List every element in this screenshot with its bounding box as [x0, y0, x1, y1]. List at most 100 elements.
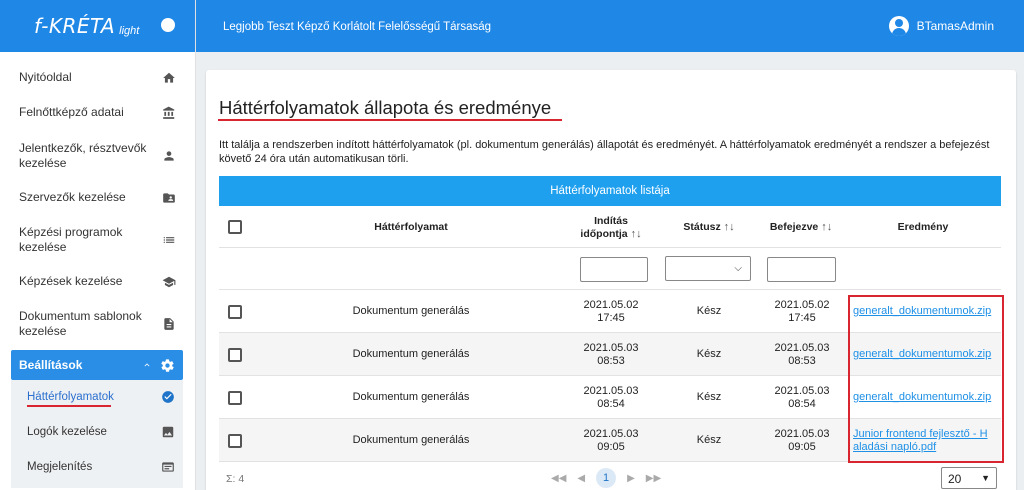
sidebar-item-applicants[interactable]: Jelentkezők, résztvevők kezelése	[0, 140, 196, 172]
column-header-status[interactable]: Státusz ↑↓	[669, 221, 749, 234]
last-page-button[interactable]: ▶▶	[646, 473, 661, 484]
cell-end-date: 2021.05.03	[774, 385, 830, 397]
cell-end-time: 17:45	[788, 312, 816, 324]
column-header-status-label: Státusz	[683, 221, 721, 233]
brand-logo: f-KRÉTA	[34, 14, 116, 38]
sidebar-subitem-label: Logók kezelése	[27, 426, 107, 438]
user-name: BTamasAdmin	[916, 19, 994, 33]
gear-icon	[161, 358, 174, 372]
cell-process: Dokumentum generálás	[352, 348, 470, 360]
sidebar-subitem-background-processes[interactable]: Háttérfolyamatok	[27, 390, 175, 404]
column-header-process: Háttérfolyamat	[374, 221, 448, 233]
sidebar-toggle-button[interactable]	[161, 18, 175, 32]
select-all-checkbox[interactable]	[228, 220, 242, 234]
page-1-button[interactable]: 1	[596, 468, 617, 488]
column-header-start-line1: Indítás	[594, 215, 628, 227]
check-circle-icon	[162, 391, 174, 403]
page-size-select[interactable]: 20 ▼	[941, 467, 997, 489]
sidebar-item-label: Szervezők kezelése	[19, 190, 126, 204]
cell-end: 2021.05.03 09:05	[762, 428, 842, 454]
settings-submenu: Háttérfolyamatok Logók kezelése Megjelen…	[11, 380, 183, 488]
table-title-bar: Háttérfolyamatok listája	[219, 176, 1001, 206]
cell-start-time: 08:53	[597, 355, 625, 367]
home-icon	[162, 71, 176, 85]
column-header-result: Eredmény	[897, 221, 949, 233]
row-count: Σ: 4	[226, 473, 245, 485]
image-icon	[162, 426, 174, 438]
institution-icon	[162, 106, 176, 120]
folder-user-icon	[162, 191, 176, 205]
status-filter-select[interactable]: ⌵	[665, 256, 751, 281]
chevron-down-icon: ▼	[981, 473, 990, 483]
cell-end-time: 09:05	[788, 441, 816, 453]
sidebar-item-label: Felnőttképző adatai	[19, 105, 124, 119]
cell-start-date: 2021.05.03	[583, 385, 639, 397]
sidebar-subitem-logos[interactable]: Logók kezelése	[27, 425, 175, 439]
first-page-button[interactable]: ◀◀	[551, 473, 566, 484]
sort-icon: ↑↓	[630, 228, 642, 240]
cell-status: Kész	[696, 305, 722, 317]
cell-end-time: 08:53	[788, 355, 816, 367]
cell-process: Dokumentum generálás	[352, 434, 470, 446]
page-title: Háttérfolyamatok állapota és eredménye	[219, 97, 552, 118]
main-card: Háttérfolyamatok állapota és eredménye I…	[206, 70, 1016, 490]
cell-process: Dokumentum generálás	[352, 391, 470, 403]
table-title: Háttérfolyamatok listája	[550, 185, 670, 197]
cell-start: 2021.05.02 17:45	[571, 299, 651, 325]
title-underline	[218, 119, 562, 121]
start-date-filter-input[interactable]	[580, 257, 648, 282]
row-checkbox[interactable]	[228, 348, 242, 362]
sidebar-item-label: Jelentkezők, résztvevők kezelése	[19, 141, 147, 170]
cell-start: 2021.05.03 08:54	[571, 385, 651, 411]
table-filter-row: ⌵	[219, 248, 1001, 290]
list-icon	[162, 233, 176, 247]
sidebar-item-document-templates[interactable]: Dokumentum sablonok kezelése	[0, 308, 196, 340]
cell-end: 2021.05.02 17:45	[762, 299, 842, 325]
brand-header: f-KRÉTA light	[0, 0, 195, 52]
column-header-end[interactable]: Befejezve ↑↓	[759, 221, 843, 234]
row-checkbox[interactable]	[228, 305, 242, 319]
cell-start-date: 2021.05.03	[583, 342, 639, 354]
sidebar-group-settings[interactable]: Beállítások	[11, 350, 183, 380]
sidebar-subitem-display[interactable]: Megjelenítés	[27, 460, 175, 474]
end-date-filter-input[interactable]	[767, 257, 836, 282]
sidebar-item-label: Képzések kezelése	[19, 274, 123, 288]
sidebar-subitem-label: Háttérfolyamatok	[27, 391, 114, 403]
chevron-up-icon	[144, 363, 150, 367]
user-menu[interactable]: BTamasAdmin	[888, 16, 994, 36]
cell-start: 2021.05.03 09:05	[571, 428, 651, 454]
column-header-start[interactable]: Indítás időpontja ↑↓	[571, 215, 651, 241]
cell-end-time: 08:54	[788, 398, 816, 410]
column-header-end-label: Befejezve	[769, 221, 819, 233]
highlight-underline	[27, 405, 111, 407]
next-page-button[interactable]: ▶	[627, 473, 635, 484]
cell-end-date: 2021.05.03	[774, 342, 830, 354]
sort-icon: ↑↓	[723, 221, 735, 233]
sidebar-item-label: Képzési programok kezelése	[19, 225, 123, 254]
cell-end-date: 2021.05.02	[774, 299, 830, 311]
row-checkbox[interactable]	[228, 391, 242, 405]
sort-icon: ↑↓	[821, 221, 833, 233]
sidebar-item-organizers[interactable]: Szervezők kezelése	[0, 190, 196, 205]
page-size-value: 20	[948, 472, 962, 486]
sidebar-item-home[interactable]: Nyitóoldal	[0, 70, 196, 85]
cell-start-date: 2021.05.03	[583, 428, 639, 440]
brand-logo-sub: light	[119, 25, 140, 37]
sidebar-item-label: Dokumentum sablonok kezelése	[19, 309, 142, 338]
prev-page-button[interactable]: ◀	[577, 473, 585, 484]
cell-start-time: 17:45	[597, 312, 625, 324]
row-checkbox[interactable]	[228, 434, 242, 448]
sidebar-item-trainings[interactable]: Képzések kezelése	[0, 274, 196, 289]
sidebar-item-adult-trainer-data[interactable]: Felnőttképző adatai	[0, 105, 196, 120]
display-icon	[162, 462, 174, 472]
cell-end: 2021.05.03 08:54	[762, 385, 842, 411]
cell-end: 2021.05.03 08:53	[762, 342, 842, 368]
chevron-down-icon: ⌵	[734, 263, 742, 274]
document-icon	[162, 317, 176, 331]
topbar: Legjobb Teszt Képző Korlátolt Felelősség…	[196, 0, 1024, 52]
person-icon	[162, 149, 176, 163]
organization-name: Legjobb Teszt Képző Korlátolt Felelősség…	[223, 21, 492, 33]
table-footer: Σ: 4 ◀◀ ◀ 1 ▶ ▶▶ 20 ▼	[219, 464, 1001, 490]
sidebar-item-training-programs[interactable]: Képzési programok kezelése	[0, 224, 196, 256]
cell-end-date: 2021.05.03	[774, 428, 830, 440]
